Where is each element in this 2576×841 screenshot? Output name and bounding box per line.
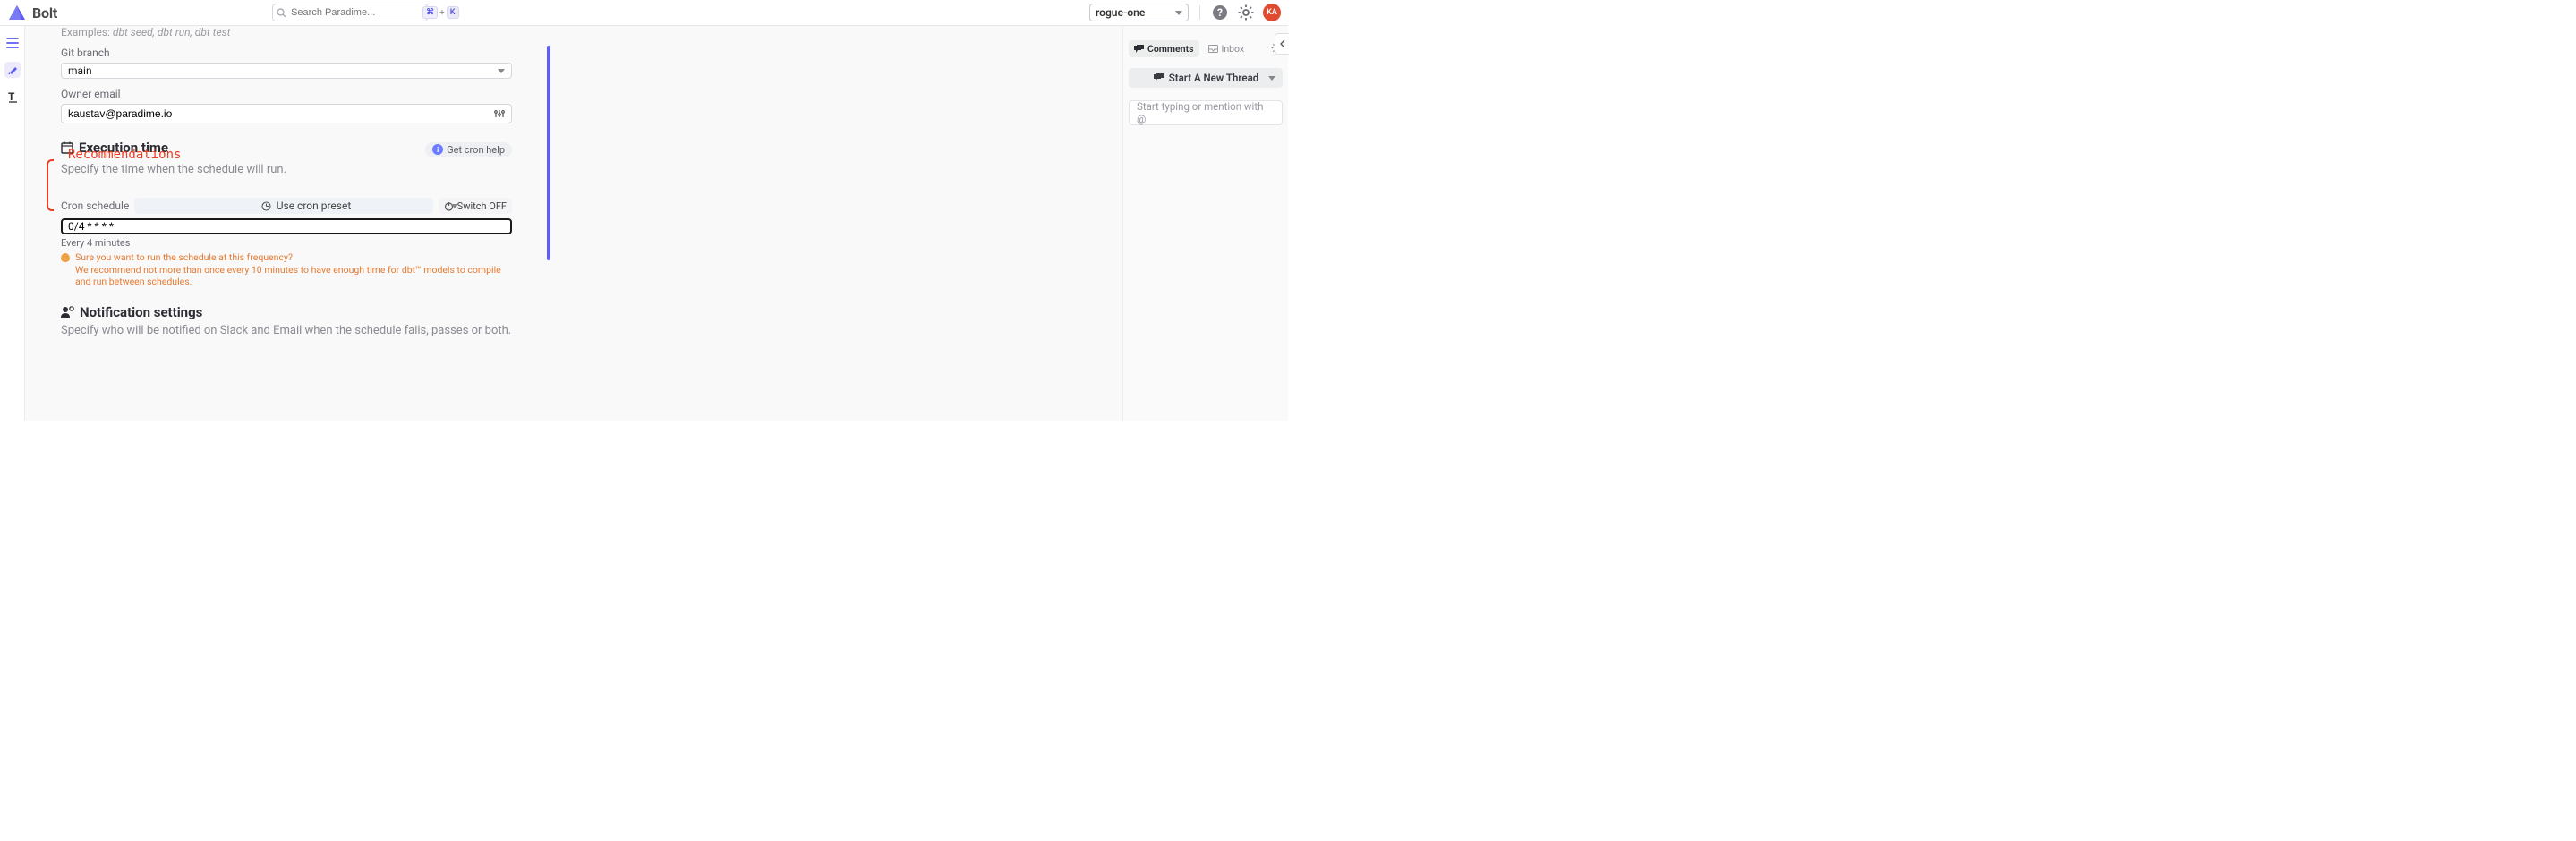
examples-hint: Examples: dbt seed, dbt run, dbt test [61, 26, 544, 38]
cron-preset-select[interactable]: Use cron preset [134, 198, 432, 214]
user-notify-icon [61, 306, 74, 318]
avatar[interactable]: KA [1263, 4, 1281, 21]
rail-menu-icon[interactable] [4, 35, 21, 51]
rail-text-icon[interactable]: T [4, 89, 21, 105]
git-branch-value: main [68, 64, 92, 77]
info-icon: i [432, 144, 443, 155]
owner-email-field[interactable] [68, 107, 494, 120]
environment-select[interactable]: rogue-one [1089, 4, 1189, 21]
left-rail: T [0, 26, 25, 420]
inbox-icon [1208, 45, 1218, 53]
cron-readable: Every 4 minutes [61, 237, 544, 249]
help-icon: ? [1212, 4, 1228, 21]
chevron-left-icon [1280, 39, 1285, 48]
compose-placeholder: Start typing or mention with @ [1137, 100, 1275, 125]
svg-text:T: T [8, 90, 15, 103]
search-shortcut: ⌘ + K [422, 6, 458, 19]
help-button[interactable]: ? [1211, 4, 1228, 21]
app-header: Bolt ⌘ + K rogue-one ? KA [0, 0, 1288, 26]
switch-off-button[interactable]: Switch OFF [439, 198, 512, 214]
scrollbar-thumb[interactable] [547, 46, 550, 260]
cron-help-button[interactable]: i Get cron help [425, 142, 512, 157]
svg-text:?: ? [1217, 6, 1223, 19]
cron-warning: Sure you want to run the schedule at thi… [61, 251, 512, 288]
chevron-down-icon [498, 69, 505, 73]
cron-schedule-label: Cron schedule [61, 200, 129, 212]
notification-title: Notification settings [61, 304, 544, 320]
search-input[interactable]: ⌘ + K [272, 4, 428, 21]
logo-icon [9, 5, 25, 20]
tab-comments[interactable]: Comments [1129, 40, 1199, 57]
tab-inbox[interactable]: Inbox [1203, 40, 1250, 57]
owner-email-input[interactable] [61, 104, 512, 123]
new-thread-button[interactable]: Start A New Thread [1129, 68, 1283, 88]
git-branch-label: Git branch [61, 47, 544, 59]
chevron-down-icon [451, 204, 458, 208]
gear-icon [1238, 4, 1254, 21]
cron-input[interactable] [61, 218, 512, 234]
collapse-pane-button[interactable] [1275, 33, 1289, 55]
comments-icon [1134, 45, 1144, 54]
notification-desc: Specify who will be notified on Slack an… [61, 324, 544, 337]
search-field[interactable] [291, 7, 418, 18]
tune-icon[interactable] [494, 108, 505, 119]
rail-tool-icon[interactable] [4, 62, 21, 78]
app-name: Bolt [32, 4, 57, 21]
annotation-recommendations: Recommendations [68, 148, 181, 162]
main-form: Recommendations Examples: dbt seed, dbt … [25, 26, 1122, 420]
comments-pane: Comments Inbox Start A New Thread Start … [1122, 26, 1288, 420]
owner-email-label: Owner email [61, 88, 544, 100]
chevron-down-icon [1268, 76, 1275, 81]
clock-icon [261, 201, 271, 211]
cron-field[interactable] [68, 220, 505, 233]
search-icon [277, 8, 286, 18]
git-branch-select[interactable]: main [61, 63, 512, 79]
settings-button[interactable] [1237, 4, 1254, 21]
thread-icon [1153, 73, 1164, 83]
chevron-down-icon [1175, 11, 1182, 15]
logo[interactable]: Bolt [9, 4, 57, 21]
compose-input[interactable]: Start typing or mention with @ [1129, 100, 1283, 125]
execution-desc: Specify the time when the schedule will … [61, 163, 544, 176]
bulb-icon [61, 253, 70, 262]
environment-selected: rogue-one [1096, 6, 1145, 19]
